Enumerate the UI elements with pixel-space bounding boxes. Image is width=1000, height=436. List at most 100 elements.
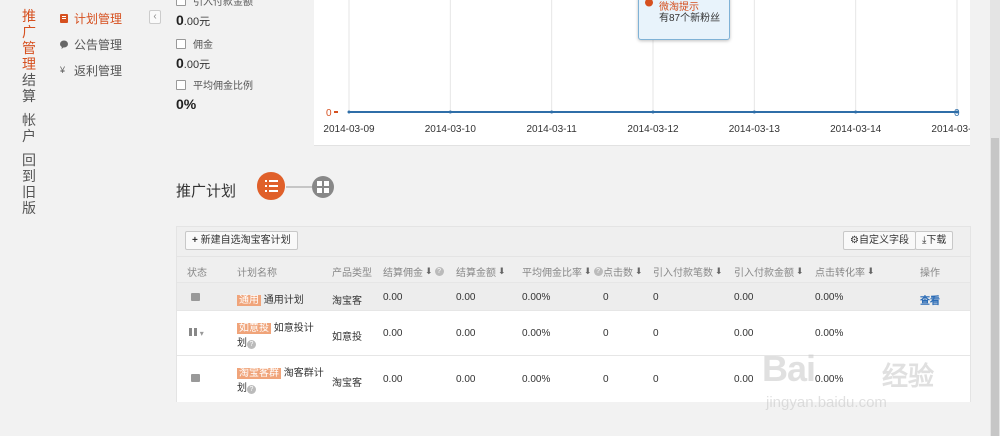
data-point bbox=[854, 110, 858, 114]
col-clicks[interactable]: 点击数 ⬇ bbox=[603, 264, 643, 279]
data-point bbox=[752, 110, 756, 114]
new-plan-button[interactable]: + 新建自选淘宝客计划 bbox=[185, 231, 298, 250]
x-tick-label: 2014-03-11 bbox=[526, 124, 577, 135]
order-amount: 0.00 bbox=[734, 328, 754, 339]
table-row: 通用 通用计划 淘宝客 0.00 0.00 0.00% 0 0 0.00 0.0… bbox=[177, 282, 970, 310]
sort-arrow-icon: ⬇ bbox=[584, 266, 592, 276]
stat-checkbox[interactable] bbox=[176, 38, 186, 49]
help-icon: ? bbox=[247, 385, 256, 394]
view-link[interactable]: 查看 bbox=[920, 292, 940, 307]
amount: 0.00 bbox=[456, 292, 476, 303]
col-plan-name: 计划名称 bbox=[237, 268, 277, 279]
sort-arrow-icon: ⬇ bbox=[796, 266, 804, 276]
new-plan-label: 新建自选淘宝客计划 bbox=[200, 235, 291, 246]
sub-sidebar: 计划管理 公告管理 ¥ 返利管理 ‹ bbox=[48, 0, 161, 436]
stat-label: 佣金 bbox=[193, 40, 213, 51]
nav-item-settlement[interactable]: 结算 bbox=[22, 72, 38, 104]
x-tick-label: 2014-03-14 bbox=[830, 124, 882, 135]
list-view-icon[interactable] bbox=[257, 172, 285, 200]
plan-tag: 通用 bbox=[237, 295, 261, 306]
sort-arrow-icon: ⬇ bbox=[635, 266, 643, 276]
plan-name: 淘宝客群 淘客群计 bbox=[237, 368, 324, 379]
col-order-amount[interactable]: 引入付款金额 ⬇ bbox=[734, 264, 804, 279]
clicks: 0 bbox=[603, 374, 609, 385]
stat-checkbox[interactable] bbox=[176, 0, 186, 6]
col-orders[interactable]: 引入付款笔数 ⬇ bbox=[653, 264, 723, 279]
side-item-label: 公告管理 bbox=[74, 38, 123, 52]
side-item-announcements[interactable]: 公告管理 bbox=[60, 36, 122, 53]
plan-tag: 如意投 bbox=[237, 323, 271, 334]
left-axis-marker bbox=[334, 111, 338, 113]
table-header: 状态 计划名称 产品类型 结算佣金 ⬇? 结算金额 ⬇ 平均佣金比率 ⬇? 点击数 ⬇ … bbox=[177, 257, 970, 282]
section-title: 推广计划 bbox=[176, 183, 237, 200]
orders: 0 bbox=[653, 328, 659, 339]
plan-tag: 淘宝客群 bbox=[237, 368, 281, 379]
custom-fields-button[interactable]: ⚙自定义字段 bbox=[843, 231, 916, 250]
nav-item-old-version[interactable]: 回到旧版 bbox=[22, 152, 38, 216]
product-type: 淘宝客 bbox=[332, 378, 362, 389]
baidu-jingyan-watermark: Bai 经验 jingyan.baidu.com bbox=[762, 348, 962, 412]
speech-bubble-icon bbox=[60, 40, 68, 49]
col-product-type: 产品类型 bbox=[332, 268, 372, 279]
data-point bbox=[955, 110, 959, 114]
notification-tooltip: 微淘提示 有87个新粉丝 bbox=[638, 0, 730, 40]
grid-view-icon[interactable] bbox=[312, 176, 334, 198]
watermark-logo: Bai bbox=[762, 348, 816, 389]
x-tick-label: 2014-03-15 bbox=[931, 124, 970, 135]
x-tick-label: 2014-03-10 bbox=[425, 124, 477, 135]
data-point bbox=[550, 110, 554, 114]
thumbs-up-icon[interactable] bbox=[191, 293, 200, 304]
chevron-down-icon: ▾ bbox=[199, 329, 204, 338]
plan-name-cont: 划? bbox=[237, 379, 256, 394]
data-point bbox=[448, 110, 452, 114]
side-item-plan-management[interactable]: 计划管理 bbox=[60, 10, 122, 27]
stat-value: 0% bbox=[176, 96, 197, 112]
order-amount: 0.00 bbox=[734, 374, 754, 385]
side-item-label: 返利管理 bbox=[74, 64, 123, 78]
stat-value: 0 bbox=[176, 55, 184, 71]
col-status: 状态 bbox=[187, 268, 207, 279]
avg-rate: 0.00% bbox=[522, 328, 551, 339]
nav-item-account[interactable]: 帐户 bbox=[22, 112, 38, 144]
data-point bbox=[651, 110, 655, 114]
sort-arrow-icon: ⬇ bbox=[867, 266, 875, 276]
stat-unit: .00元 bbox=[183, 16, 211, 28]
pause-icon[interactable]: ▾ bbox=[189, 328, 204, 339]
data-point bbox=[347, 110, 351, 114]
nav-item-promotion[interactable]: 推广管理 bbox=[22, 8, 38, 72]
col-avg-rate[interactable]: 平均佣金比率 ⬇? bbox=[522, 264, 603, 279]
cvr: 0.00% bbox=[815, 328, 844, 339]
watermark-brand: 经验 bbox=[882, 361, 935, 391]
plan-name-cont: 划? bbox=[237, 334, 256, 349]
clicks: 0 bbox=[603, 328, 609, 339]
order-amount: 0.00 bbox=[734, 292, 754, 303]
download-button[interactable]: ⤓下载 bbox=[915, 231, 954, 250]
stat-label: 平均佣金比例 bbox=[193, 81, 253, 92]
avg-rate: 0.00% bbox=[522, 292, 551, 303]
stat-label: 引入付款金额 bbox=[193, 0, 253, 8]
scrollbar-thumb[interactable] bbox=[991, 138, 999, 436]
document-icon bbox=[60, 14, 68, 23]
stat-checkbox[interactable] bbox=[176, 79, 186, 90]
stat-payment-amount: 引入付款金额 0.00元 bbox=[176, 0, 253, 29]
col-commission[interactable]: 结算佣金 ⬇? bbox=[383, 264, 444, 279]
stat-value: 0 bbox=[176, 12, 184, 28]
product-type: 如意投 bbox=[332, 332, 362, 343]
help-icon: ? bbox=[434, 267, 444, 276]
help-icon: ? bbox=[593, 267, 603, 276]
clicks: 0 bbox=[603, 292, 609, 303]
thumbs-up-icon[interactable] bbox=[191, 374, 200, 385]
amount: 0.00 bbox=[456, 328, 476, 339]
plus-icon: + bbox=[192, 235, 198, 246]
stats-panel: 引入付款金额 0.00元 佣金 0.00元 平均佣金比例 0% bbox=[160, 0, 310, 150]
orders: 0 bbox=[653, 292, 659, 303]
col-amount[interactable]: 结算金额 ⬇ bbox=[456, 264, 506, 279]
yen-icon: ¥ bbox=[60, 65, 66, 75]
plan-name: 如意投 如意投计 bbox=[237, 323, 314, 334]
page-scrollbar[interactable] bbox=[990, 0, 1000, 436]
table-toolbar: + 新建自选淘宝客计划 ⚙自定义字段 ⤓下载 bbox=[177, 227, 970, 257]
col-cvr[interactable]: 点击转化率 ⬇ bbox=[815, 264, 875, 279]
tooltip-text: 有87个新粉丝 bbox=[659, 13, 721, 24]
side-item-rebate[interactable]: ¥ 返利管理 bbox=[60, 62, 122, 79]
vertical-nav: 推广管理 结算 帐户 回到旧版 bbox=[0, 0, 48, 436]
